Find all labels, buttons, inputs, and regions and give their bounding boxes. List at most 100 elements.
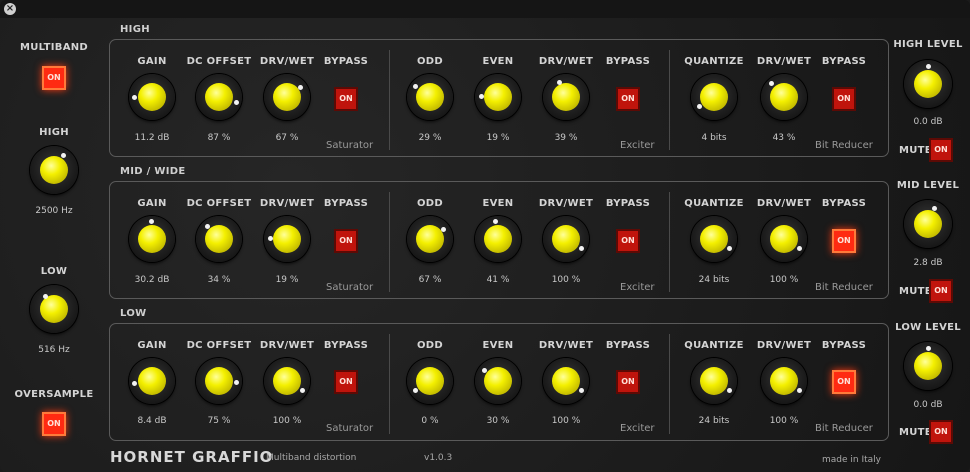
- mid-bit-drvwet-knob[interactable]: [761, 216, 807, 262]
- low-bitreducer-bypass-button[interactable]: ON: [832, 370, 856, 394]
- bypass-label: BYPASS: [605, 56, 651, 67]
- mid-quantize-value: 24 bits: [698, 275, 730, 285]
- low-crossover-value: 516 Hz: [38, 345, 70, 355]
- mid-sat-drvwet-value: 19 %: [275, 275, 299, 285]
- low-level-knob[interactable]: [904, 342, 952, 390]
- low-bit-drvwet-knob[interactable]: [761, 358, 807, 404]
- mid-mute-button[interactable]: ON: [929, 279, 953, 303]
- mid-dc-offset-value: 34 %: [207, 275, 231, 285]
- oversample-label: OVERSAMPLE: [14, 389, 94, 400]
- high-crossover-knob[interactable]: [30, 146, 78, 194]
- dc-offset-label: DC OFFSET: [186, 198, 252, 209]
- low-bit-drvwet-value: 100 %: [769, 416, 799, 426]
- dc-offset-label: DC OFFSET: [186, 56, 252, 67]
- mid-odd-value: 67 %: [418, 275, 442, 285]
- bypass-label: BYPASS: [821, 198, 867, 209]
- mid-mute-label: MUTE: [899, 286, 932, 297]
- band-divider: [669, 50, 670, 150]
- mid-even-knob[interactable]: [475, 216, 521, 262]
- title-bar: ×: [0, 0, 970, 18]
- mid-bitreducer-bypass-button[interactable]: ON: [832, 229, 856, 253]
- low-saturator-bypass-button[interactable]: ON: [334, 370, 358, 394]
- quantize-label: QUANTIZE: [684, 198, 744, 209]
- low-crossover-knob[interactable]: [30, 285, 78, 333]
- low-sat-drvwet-knob[interactable]: [264, 358, 310, 404]
- mid-sat-drvwet-knob[interactable]: [264, 216, 310, 262]
- quantize-label: QUANTIZE: [684, 56, 744, 67]
- low-odd-knob[interactable]: [407, 358, 453, 404]
- mid-quantize-knob[interactable]: [691, 216, 737, 262]
- bypass-label: BYPASS: [821, 56, 867, 67]
- mid-even-value: 41 %: [486, 275, 510, 285]
- high-exciter-bypass-button[interactable]: ON: [616, 87, 640, 111]
- low-gain-knob[interactable]: [129, 358, 175, 404]
- band-mid-title: MID / WIDE: [120, 166, 186, 177]
- low-dc-offset-knob[interactable]: [196, 358, 242, 404]
- exciter-section-label: Exciter: [620, 140, 655, 151]
- high-mute-button[interactable]: ON: [929, 138, 953, 162]
- high-quantize-value: 4 bits: [701, 133, 727, 143]
- saturator-section-label: Saturator: [326, 423, 374, 434]
- low-odd-value: 0 %: [421, 416, 439, 426]
- bypass-label: BYPASS: [821, 340, 867, 351]
- made-in-label: made in Italy: [822, 455, 881, 465]
- high-quantize-knob[interactable]: [691, 74, 737, 120]
- plugin-window: × MULTIBAND ON HIGH 2500 Hz LOW 516 Hz O…: [0, 0, 970, 472]
- high-even-knob[interactable]: [475, 74, 521, 120]
- low-quantize-knob[interactable]: [691, 358, 737, 404]
- mid-gain-knob[interactable]: [129, 216, 175, 262]
- low-sat-drvwet-value: 100 %: [272, 416, 302, 426]
- bypass-label: BYPASS: [323, 340, 369, 351]
- exciter-section-label: Exciter: [620, 282, 655, 293]
- gain-label: GAIN: [137, 56, 167, 67]
- mid-exc-drvwet-knob[interactable]: [543, 216, 589, 262]
- mid-level-knob[interactable]: [904, 200, 952, 248]
- high-crossover-value: 2500 Hz: [35, 206, 73, 216]
- band-divider: [389, 334, 390, 434]
- brand-logo: HORNET GRAFFIO: [110, 448, 274, 466]
- multiband-button[interactable]: ON: [42, 66, 66, 90]
- high-bit-drvwet-value: 43 %: [772, 133, 796, 143]
- high-sat-drvwet-knob[interactable]: [264, 74, 310, 120]
- high-gain-value: 11.2 dB: [134, 133, 170, 143]
- high-bitreducer-bypass-button[interactable]: ON: [832, 87, 856, 111]
- mid-gain-value: 30.2 dB: [134, 275, 170, 285]
- low-mute-button[interactable]: ON: [929, 420, 953, 444]
- low-gain-value: 8.4 dB: [137, 416, 167, 426]
- low-exciter-bypass-button[interactable]: ON: [616, 370, 640, 394]
- high-crossover-label: HIGH: [39, 127, 69, 138]
- version-label: v1.0.3: [424, 453, 453, 463]
- high-exc-drvwet-knob[interactable]: [543, 74, 589, 120]
- low-dc-offset-value: 75 %: [207, 416, 231, 426]
- mid-exciter-bypass-button[interactable]: ON: [616, 229, 640, 253]
- high-dc-offset-knob[interactable]: [196, 74, 242, 120]
- bit-reducer-section-label: Bit Reducer: [815, 140, 873, 151]
- multiband-label: MULTIBAND: [19, 42, 89, 53]
- low-even-knob[interactable]: [475, 358, 521, 404]
- mid-dc-offset-knob[interactable]: [196, 216, 242, 262]
- bypass-label: BYPASS: [605, 198, 651, 209]
- drv-wet-label: DRV/WET: [756, 340, 812, 351]
- high-odd-knob[interactable]: [407, 74, 453, 120]
- low-quantize-value: 24 bits: [698, 416, 730, 426]
- mid-odd-knob[interactable]: [407, 216, 453, 262]
- drv-wet-label: DRV/WET: [259, 198, 315, 209]
- low-exc-drvwet-value: 100 %: [551, 416, 581, 426]
- close-icon[interactable]: ×: [4, 3, 16, 15]
- mid-saturator-bypass-button[interactable]: ON: [334, 229, 358, 253]
- low-even-value: 30 %: [486, 416, 510, 426]
- high-level-knob[interactable]: [904, 60, 952, 108]
- band-divider: [669, 192, 670, 292]
- dc-offset-label: DC OFFSET: [186, 340, 252, 351]
- bypass-label: BYPASS: [323, 198, 369, 209]
- high-mute-label: MUTE: [899, 145, 932, 156]
- high-bit-drvwet-knob[interactable]: [761, 74, 807, 120]
- low-exc-drvwet-knob[interactable]: [543, 358, 589, 404]
- high-gain-knob[interactable]: [129, 74, 175, 120]
- mid-level-value: 2.8 dB: [913, 258, 943, 268]
- drv-wet-label: DRV/WET: [259, 56, 315, 67]
- bypass-label: BYPASS: [323, 56, 369, 67]
- bit-reducer-section-label: Bit Reducer: [815, 282, 873, 293]
- high-saturator-bypass-button[interactable]: ON: [334, 87, 358, 111]
- oversample-button[interactable]: ON: [42, 412, 66, 436]
